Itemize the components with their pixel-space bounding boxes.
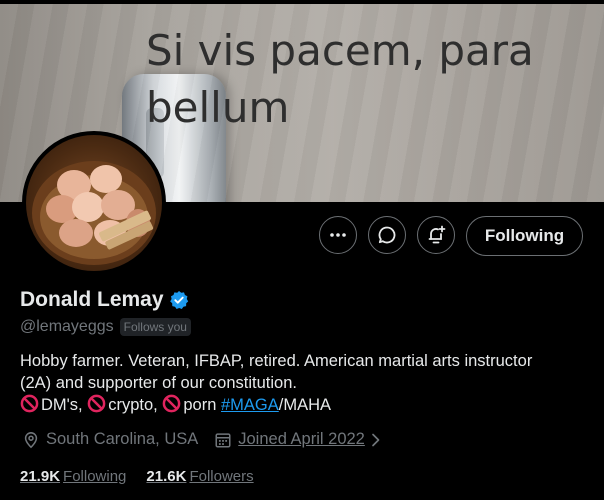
banner-motto: Si vis pacem, para bellum [146,26,534,132]
profile-meta: South Carolina, USA Joined April 2022 [22,430,403,449]
follow-stats: 21.9K Following 21.6K Followers [20,468,274,485]
calendar-icon [215,432,231,448]
followers-label: Followers [189,468,254,485]
following-count: 21.9K [20,468,61,485]
location: South Carolina, USA [22,430,198,449]
message-button[interactable] [368,216,406,254]
avatar[interactable] [22,131,166,275]
bio-dms-text: DM's, [41,396,83,414]
hashtag-link[interactable]: #MAGA [221,396,279,414]
following-count-link[interactable]: 21.9K Following [20,468,126,485]
chevron-right-icon[interactable] [371,433,381,447]
bio-line-3: DM's, crypto, porn #MAGA/MAHA [20,394,585,416]
bio-crypto-text: crypto, [108,396,158,414]
bio-porn-text: porn [183,396,217,414]
avatar-eggs-image [32,161,156,265]
follows-you-badge: Follows you [119,318,191,336]
following-button[interactable]: Following [466,216,583,256]
notify-button[interactable] [417,216,455,254]
name-row: Donald Lemay [20,288,189,312]
more-icon [330,233,346,237]
verified-badge-icon[interactable] [169,290,189,310]
bio-line-2: (2A) and supporter of our constitution. [20,374,297,392]
joined-link[interactable]: Joined April 2022 [238,430,365,449]
message-icon [378,226,396,244]
joined-date[interactable]: Joined April 2022 [214,430,387,449]
handle-row: @lemayeggs Follows you [20,318,191,336]
display-name: Donald Lemay [20,288,164,311]
location-icon [24,431,38,448]
followers-count-link[interactable]: 21.6K Followers [146,468,253,485]
bio: Hobby farmer. Veteran, IFBAP, retired. A… [20,350,585,416]
location-text: South Carolina, USA [46,430,199,448]
following-label: Following [63,468,127,485]
prohibited-icon [87,394,106,413]
prohibited-icon [20,394,39,413]
handle: @lemayeggs [20,318,114,335]
more-button[interactable] [319,216,357,254]
bio-line-1: Hobby farmer. Veteran, IFBAP, retired. A… [20,352,533,370]
bio-tail-text: /MAHA [278,396,332,414]
followers-count: 21.6K [146,468,187,485]
notify-bell-icon [428,225,446,244]
prohibited-icon [162,394,181,413]
